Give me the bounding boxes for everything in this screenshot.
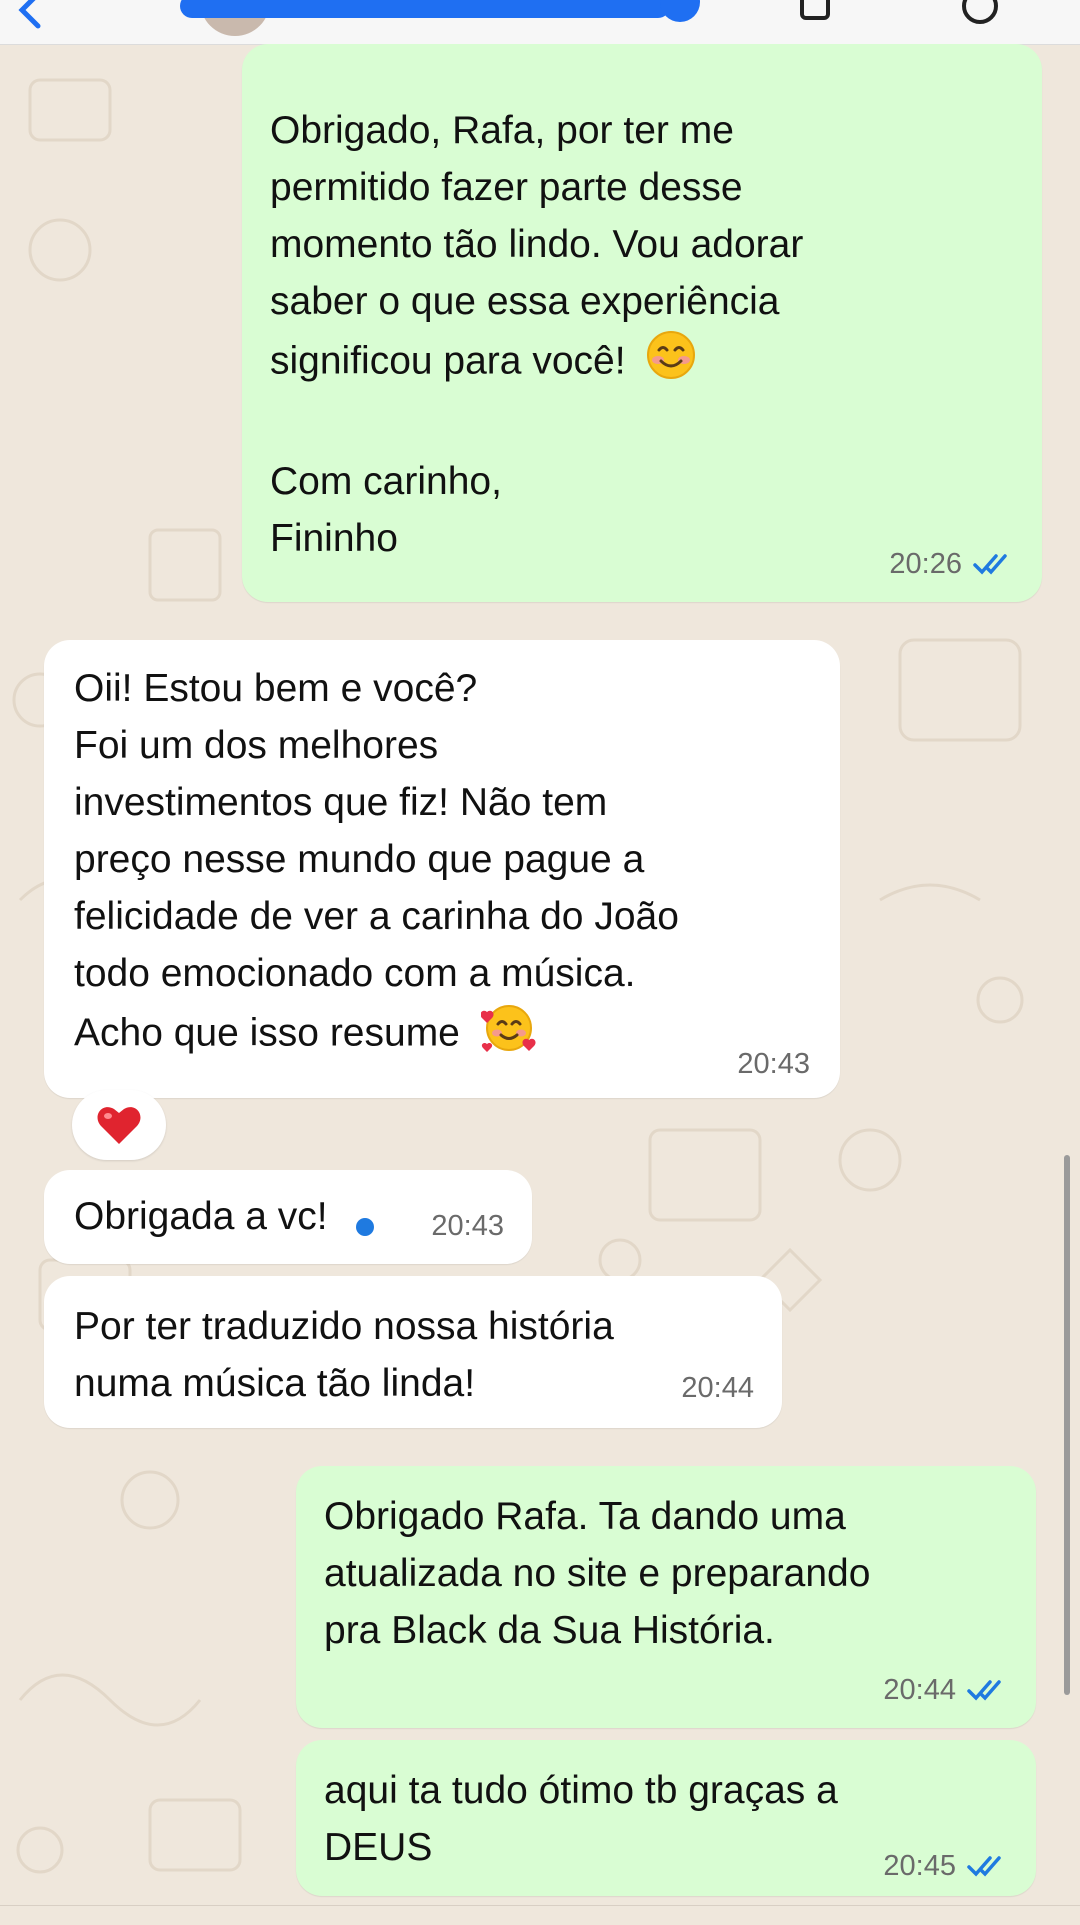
message-meta: 20:44 — [681, 1372, 754, 1404]
composer-edge — [0, 1905, 1080, 1921]
message-reaction[interactable] — [72, 1090, 166, 1160]
message-time: 20:44 — [883, 1674, 956, 1706]
message-signature: Com carinho, Fininho — [270, 460, 502, 560]
message-time: 20:26 — [889, 548, 962, 580]
message-meta: 20:44 — [883, 1674, 1008, 1706]
message-text: aqui ta tudo ótimo tb graças a DEUS — [324, 1769, 838, 1869]
message-text: Obrigado, Rafa, por ter me permitido faz… — [270, 109, 804, 383]
message-meta: 20:43 — [431, 1210, 504, 1242]
contact-name-redacted[interactable] — [180, 0, 670, 18]
message-text: Oii! Estou bem e você? Foi um dos melhor… — [74, 667, 679, 1055]
message-bubble-outgoing[interactable]: Obrigado Rafa. Ta dando uma atualizada n… — [296, 1466, 1036, 1728]
message-meta: 20:43 — [737, 1048, 810, 1080]
scrollbar[interactable] — [1064, 1155, 1070, 1695]
smiling-face-with-hearts-emoji — [480, 1002, 537, 1068]
phone-call-icon[interactable] — [960, 0, 1000, 26]
message-time: 20:44 — [681, 1372, 754, 1404]
message-time: 20:43 — [431, 1210, 504, 1242]
blue-dot-indicator — [356, 1218, 374, 1236]
read-ticks-icon — [967, 1856, 1001, 1877]
chat-header — [0, 0, 1080, 45]
back-chevron-icon[interactable] — [10, 0, 50, 30]
red-heart-icon — [97, 1107, 141, 1144]
message-meta: 20:45 — [883, 1850, 1008, 1882]
message-bubble-incoming[interactable]: Por ter traduzido nossa história numa mú… — [44, 1276, 782, 1428]
message-text: Por ter traduzido nossa história numa mú… — [74, 1305, 614, 1405]
message-bubble-outgoing[interactable]: aqui ta tudo ótimo tb graças a DEUS 20:4… — [296, 1740, 1036, 1896]
message-bubble-incoming[interactable]: Obrigada a vc! 20:43 — [44, 1170, 532, 1264]
message-text: Obrigada a vc! — [74, 1195, 328, 1238]
message-time: 20:45 — [883, 1850, 956, 1882]
message-meta: 20:26 — [889, 548, 1014, 580]
read-ticks-icon — [973, 554, 1007, 575]
contact-name-redaction-end — [660, 0, 700, 22]
smiling-face-emoji — [646, 330, 696, 396]
message-bubble-outgoing[interactable]: Obrigado, Rafa, por ter me permitido faz… — [242, 44, 1042, 602]
read-ticks-icon — [967, 1680, 1001, 1701]
message-bubble-incoming[interactable]: Oii! Estou bem e você? Foi um dos melhor… — [44, 640, 840, 1098]
message-time: 20:43 — [737, 1048, 810, 1080]
message-text: Obrigado Rafa. Ta dando uma atualizada n… — [324, 1495, 871, 1652]
video-call-icon[interactable] — [800, 0, 840, 22]
